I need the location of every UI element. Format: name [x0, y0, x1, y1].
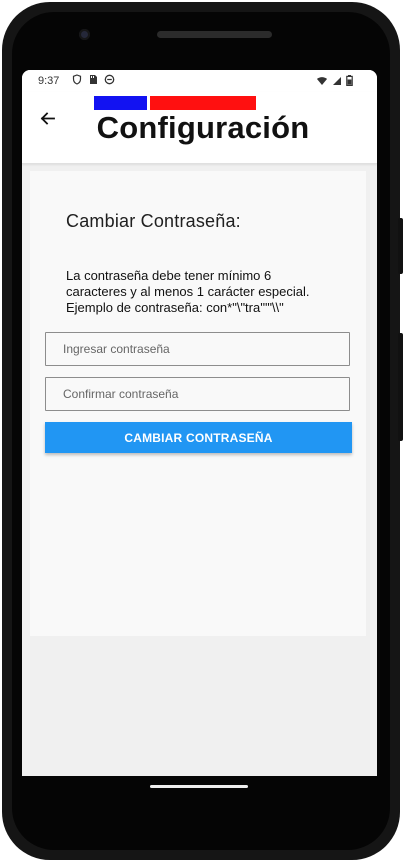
password-requirement-line: caracteres y al menos 1 carácter especia…	[66, 284, 310, 299]
flag-blue-stripe	[94, 96, 147, 110]
section-title: Cambiar Contraseña:	[66, 211, 241, 231]
home-indicator	[150, 785, 248, 788]
volume-button	[398, 333, 403, 441]
status-bar: 9:37	[22, 70, 377, 92]
earpiece-speaker	[157, 31, 272, 38]
sd-card-icon	[90, 75, 97, 84]
change-password-button[interactable]: CAMBIAR CONTRASEÑA	[45, 422, 352, 453]
password-requirement-line: La contraseña debe tener mínimo 6	[66, 268, 272, 283]
status-time: 9:37	[38, 75, 60, 87]
flag-red-stripe	[150, 96, 256, 110]
status-right-icons	[316, 75, 353, 86]
new-password-input[interactable]	[46, 333, 349, 365]
password-requirements-text: La contraseña debe tener mínimo 6 caract…	[66, 268, 346, 316]
password-example-line: Ejemplo de contraseña: con*"\"tra'""\\"	[66, 300, 284, 315]
phone-frame: 9:37 Configuración Cambiar Contraseña: L…	[0, 0, 403, 864]
new-password-field[interactable]	[45, 332, 350, 366]
wifi-icon	[317, 76, 327, 85]
confirm-password-field[interactable]	[45, 377, 350, 411]
app-header: Configuración	[22, 92, 377, 164]
status-left-icons	[72, 74, 115, 85]
front-camera	[79, 29, 90, 40]
app-screen: 9:37 Configuración Cambiar Contraseña: L…	[22, 70, 377, 776]
cell-signal-icon	[333, 76, 341, 85]
android-icon	[104, 74, 115, 85]
shield-icon	[72, 74, 82, 85]
battery-icon	[346, 75, 353, 86]
page-title: Configuración	[96, 110, 310, 145]
confirm-password-input[interactable]	[46, 378, 349, 410]
power-button	[398, 218, 403, 274]
password-settings-card: Cambiar Contraseña: La contraseña debe t…	[30, 171, 366, 636]
